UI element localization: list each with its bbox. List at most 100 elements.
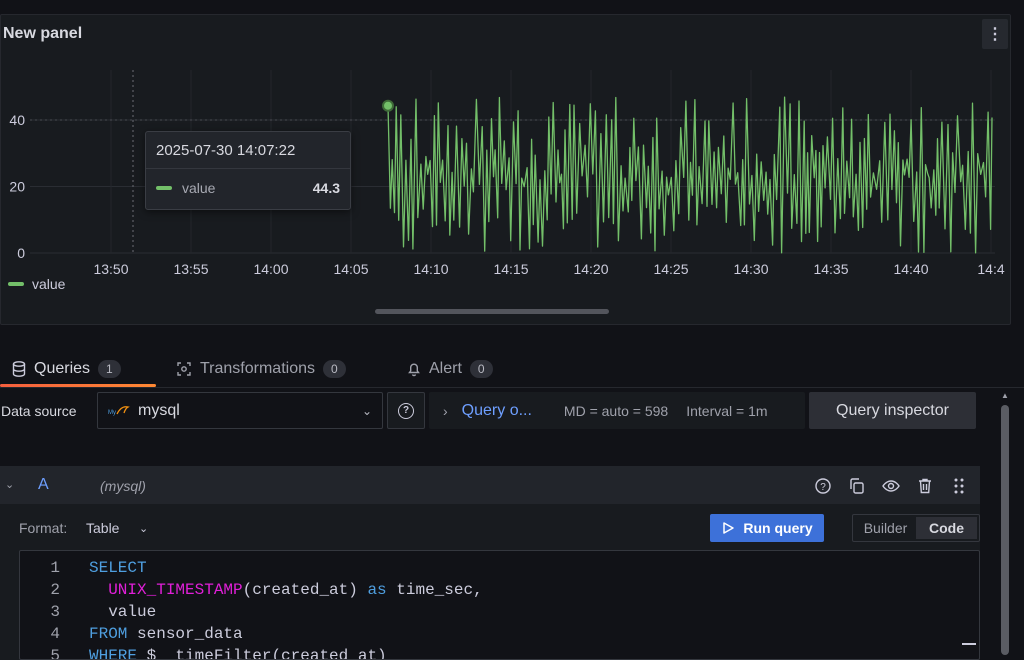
- tab-label: Transformations: [200, 360, 315, 377]
- mode-code[interactable]: Code: [916, 517, 977, 539]
- tab-transformations[interactable]: Transformations 0: [176, 350, 346, 388]
- tooltip-value: 44.3: [312, 180, 340, 196]
- collapse-chevron-icon[interactable]: ⌄: [5, 478, 14, 491]
- query-row-actions: ?: [813, 476, 969, 496]
- y-tick-label: 20: [9, 179, 25, 195]
- query-options-title: Query o...: [461, 401, 532, 419]
- run-query-label: Run query: [743, 520, 813, 536]
- eye-icon[interactable]: [881, 476, 901, 496]
- x-tick-label: 14:10: [413, 261, 448, 277]
- chevron-right-icon: ›: [443, 402, 448, 419]
- line-number: 2: [50, 581, 60, 599]
- legend-swatch: [8, 282, 24, 286]
- code-line: 2 UNIX_TIMESTAMP (created_at) as time_sec…: [20, 579, 483, 601]
- x-tick-label: 14:40: [893, 261, 928, 277]
- hover-point-marker: [382, 99, 394, 112]
- chart-legend[interactable]: value: [8, 276, 65, 292]
- tooltip-series-name: value: [182, 180, 216, 196]
- legend-item-value[interactable]: value: [32, 276, 65, 292]
- code-line: 1 SELECT: [20, 557, 147, 579]
- code-line: 3 value: [20, 601, 156, 623]
- datasource-label: Data source: [1, 403, 77, 419]
- query-inspector-button[interactable]: Query inspector: [809, 392, 976, 429]
- line-number: 1: [50, 559, 60, 577]
- sql-text: value: [89, 603, 157, 621]
- x-tick-label: 13:50: [93, 261, 128, 277]
- chevron-down-icon: ⌄: [361, 403, 372, 418]
- mode-builder[interactable]: Builder: [855, 517, 916, 539]
- tooltip-row: value 44.3: [156, 180, 340, 196]
- editor-mode-toggle: Builder Code: [852, 514, 980, 542]
- y-tick-label: 0: [17, 245, 25, 261]
- format-label: Format:: [19, 520, 68, 536]
- code-line: 4 FROM sensor_data: [20, 623, 243, 645]
- tab-queries[interactable]: Queries 1: [12, 350, 121, 388]
- chart-tooltip: 2025-07-30 14:07:22 value 44.3: [145, 131, 351, 210]
- x-tick-label: 14:20: [573, 261, 608, 277]
- scrollbar-thumb[interactable]: [1001, 405, 1009, 655]
- datasource-help-button[interactable]: ?: [387, 392, 425, 429]
- editor-expand-handle[interactable]: [962, 643, 976, 645]
- sql-text: sensor_data: [127, 625, 243, 643]
- tab-label: Alert: [429, 360, 462, 377]
- editor-tabs: Queries 1 Transformations 0 Alert 0: [0, 350, 1024, 388]
- sql-function: UNIX_TIMESTAMP: [108, 581, 243, 599]
- query-ref-id[interactable]: A: [38, 476, 49, 494]
- sql-text: (created_at): [242, 581, 368, 599]
- x-tick-label: 14:25: [653, 261, 688, 277]
- sql-keyword: SELECT: [89, 559, 147, 577]
- tab-alert[interactable]: Alert 0: [407, 350, 493, 388]
- x-tick-label: 14:30: [733, 261, 768, 277]
- x-tick-label: 14:15: [493, 261, 528, 277]
- panel-resize-handle[interactable]: [375, 309, 609, 314]
- sql-code-editor[interactable]: 1 SELECT 2 UNIX_TIMESTAMP (created_at) as t…: [19, 550, 980, 660]
- tab-count: 1: [98, 360, 121, 378]
- line-number: 4: [50, 625, 60, 643]
- line-number: 5: [50, 647, 60, 660]
- play-icon: [723, 522, 735, 534]
- scroll-up-icon[interactable]: ▲: [1001, 391, 1009, 400]
- datasource-select[interactable]: My mysql ⌄: [97, 392, 383, 429]
- datasource-name: mysql: [138, 401, 180, 419]
- query-datasource-hint: (mysql): [100, 478, 146, 494]
- chevron-down-icon[interactable]: ⌄: [139, 522, 148, 535]
- x-tick-label: 14:05: [333, 261, 368, 277]
- run-query-button[interactable]: Run query: [710, 514, 824, 542]
- mysql-logo-icon: My: [108, 404, 130, 418]
- trash-icon[interactable]: [915, 476, 935, 496]
- sql-text: time_sec,: [386, 581, 483, 599]
- x-tick-label: 14:35: [813, 261, 848, 277]
- tab-label: Queries: [34, 360, 91, 377]
- sql-text: $__timeFilter(created_at): [137, 647, 387, 660]
- help-icon[interactable]: ?: [813, 476, 833, 496]
- transform-icon: [177, 362, 191, 376]
- duplicate-icon[interactable]: [847, 476, 867, 496]
- interval: Interval = 1m: [686, 402, 768, 419]
- format-select[interactable]: Table: [86, 520, 119, 536]
- line-number: 3: [50, 603, 60, 621]
- sql-keyword: FROM: [89, 625, 128, 643]
- question-circle-icon: ?: [398, 402, 414, 419]
- x-tick-label: 13:55: [173, 261, 208, 277]
- query-options[interactable]: › Query o... MD = auto = 598 Interval = …: [429, 392, 805, 429]
- series-color-swatch: [156, 186, 172, 190]
- bell-icon: [408, 363, 420, 377]
- x-tick-label: 14:4: [977, 261, 1004, 277]
- tooltip-time: 2025-07-30 14:07:22: [156, 142, 296, 159]
- drag-handle-icon[interactable]: [949, 476, 969, 496]
- tab-count: 0: [323, 360, 346, 378]
- grafana-panel-editor: { "panel": { "title": "New panel", "menu…: [0, 0, 1024, 660]
- active-tab-indicator: [0, 384, 156, 387]
- code-line: 5 WHERE $__timeFilter(created_at): [20, 645, 387, 660]
- sql-keyword: as: [367, 581, 387, 599]
- svg-text:My: My: [108, 410, 116, 416]
- max-data-points: MD = auto = 598: [563, 402, 669, 419]
- svg-text:?: ?: [820, 482, 826, 493]
- tab-count: 0: [469, 360, 493, 378]
- sql-keyword: WHERE: [89, 647, 138, 660]
- series-line-value: [387, 96, 993, 254]
- x-tick-label: 14:00: [253, 261, 288, 277]
- y-tick-label: 40: [9, 112, 25, 128]
- database-icon: [12, 361, 26, 377]
